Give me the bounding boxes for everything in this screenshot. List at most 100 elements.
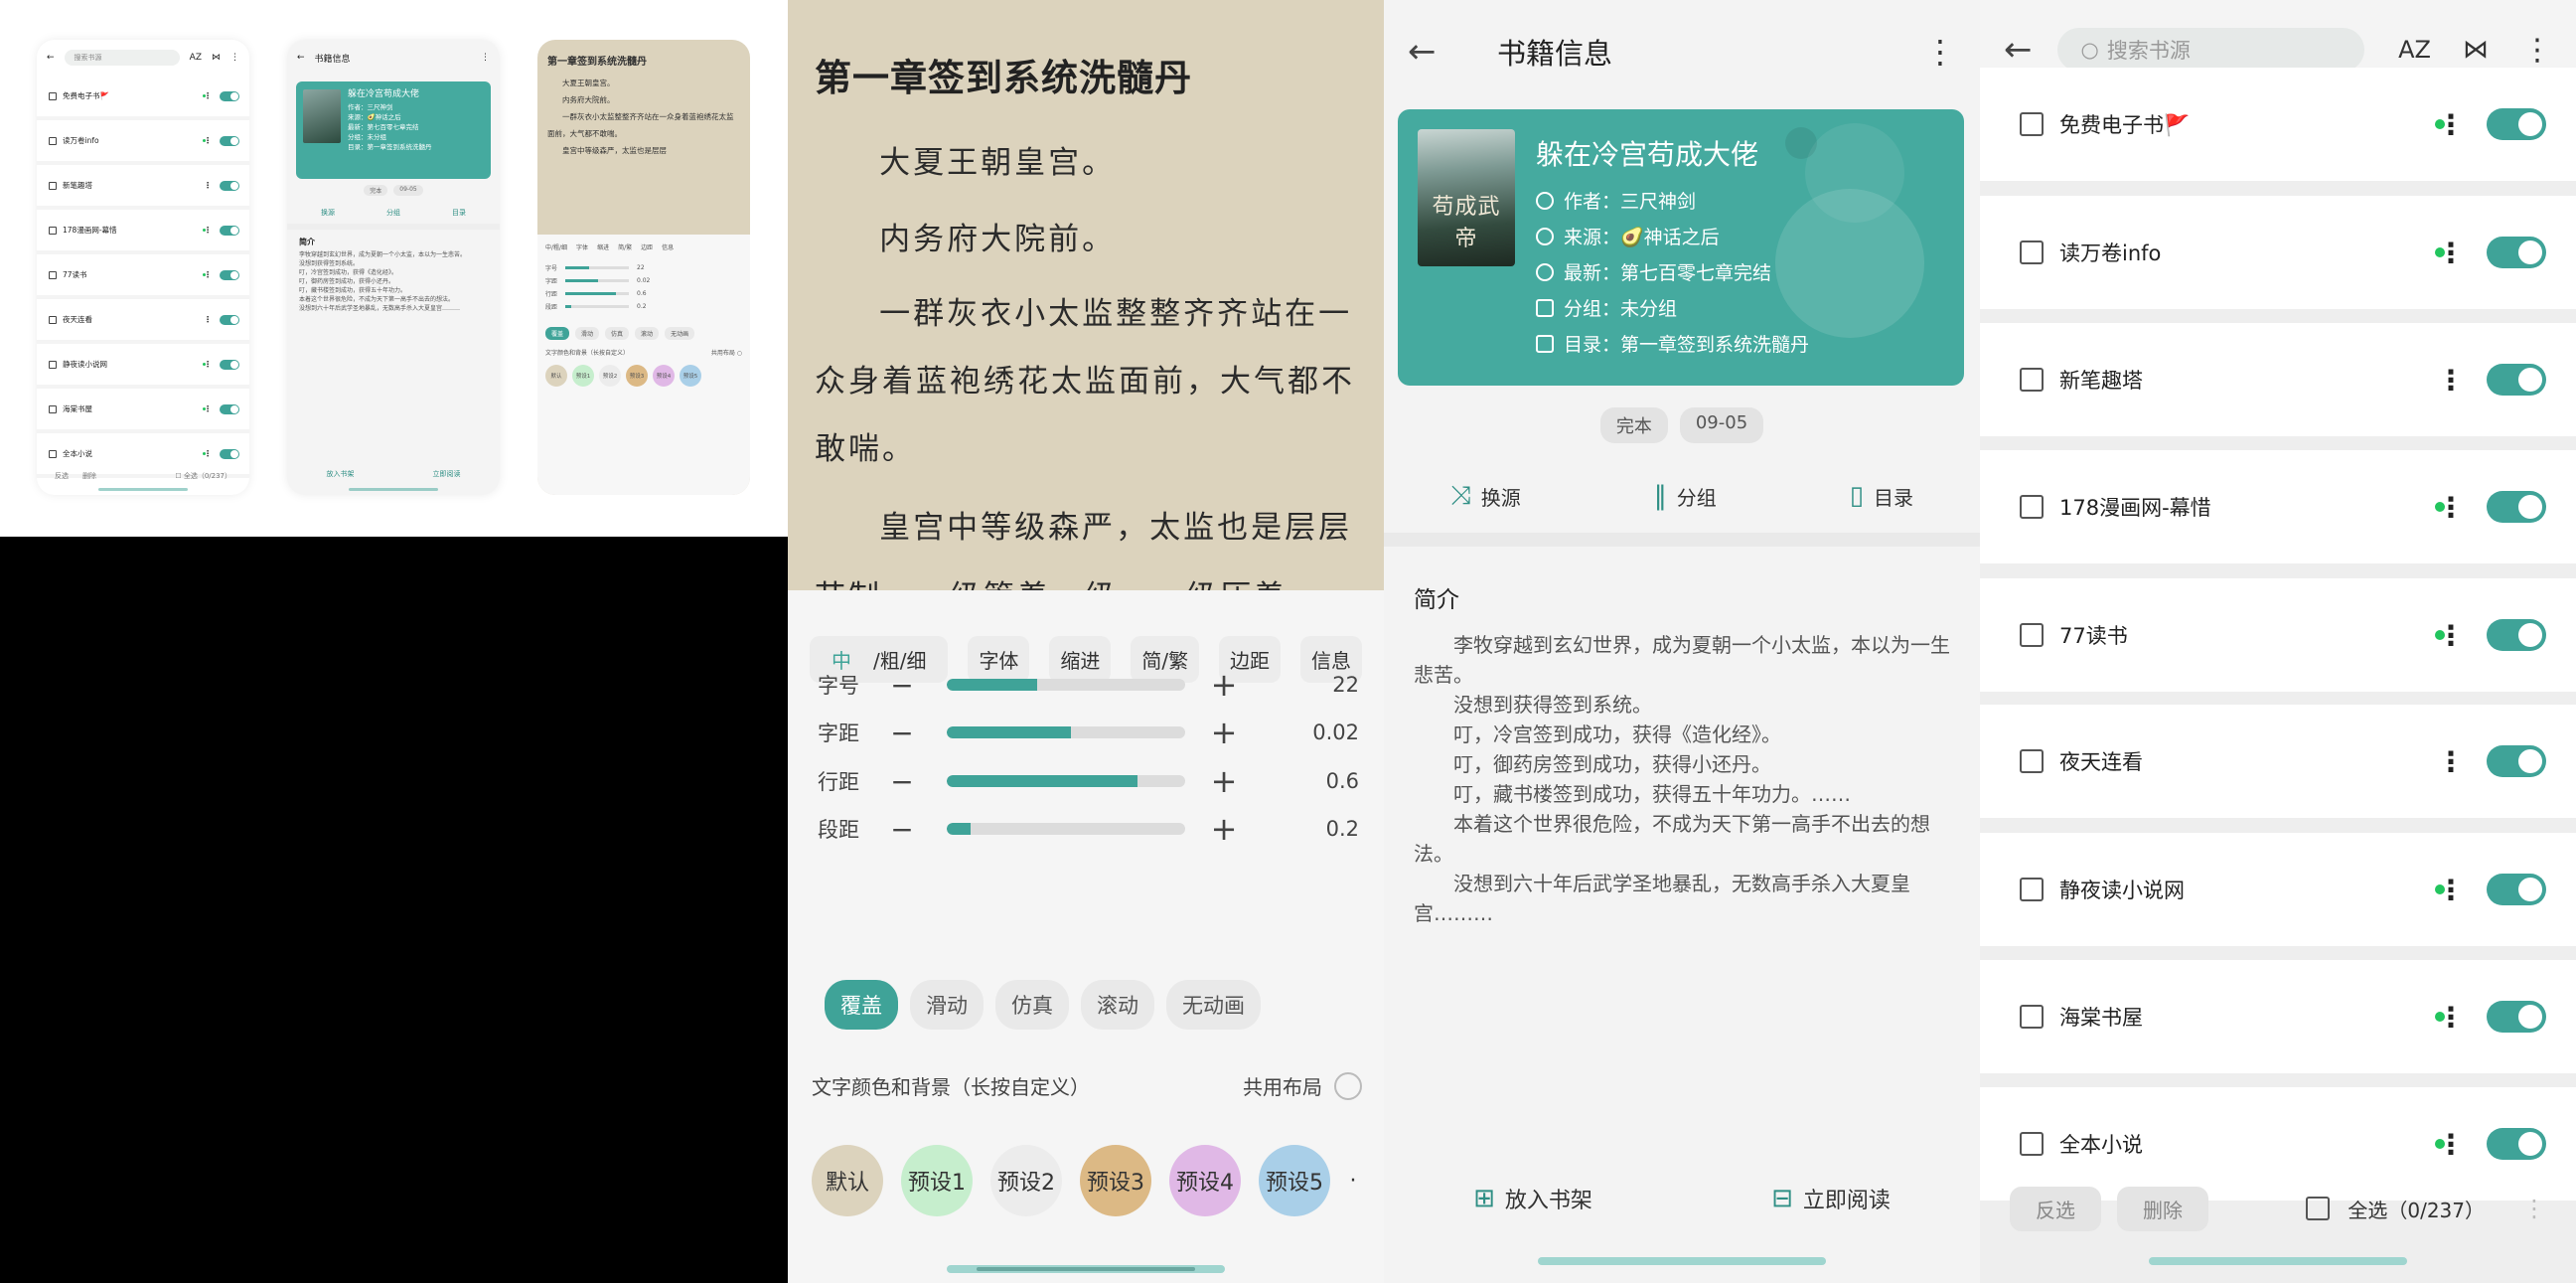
back-icon[interactable]: ← — [2004, 30, 2057, 70]
sort-az-icon[interactable]: AZ — [2398, 36, 2431, 64]
read-now-button[interactable]: ⊟ 立即阅读 — [1771, 1183, 1891, 1214]
group-button[interactable]: ‖ 分组 — [1654, 481, 1717, 511]
delete-button[interactable]: 删除 — [2117, 1186, 2208, 1231]
row-menu-icon[interactable]: ⋮ — [2437, 874, 2465, 906]
intro-title: 简介 — [1414, 587, 1459, 613]
select-all-checkbox[interactable] — [2306, 1197, 2331, 1220]
slider-label: 行距 — [818, 770, 859, 794]
invert-selection-button[interactable]: 反选 — [2010, 1186, 2101, 1231]
more-actions-icon[interactable]: ⋮ — [2522, 1195, 2546, 1222]
page-mode-option[interactable]: 滚动 — [1081, 980, 1154, 1030]
book-cover[interactable]: 苟成武帝 — [1418, 129, 1515, 266]
enable-toggle[interactable] — [2487, 1001, 2546, 1033]
more-icon[interactable]: ⋮ — [1924, 33, 1956, 71]
page-mode-option[interactable]: 滑动 — [910, 980, 984, 1030]
group-line[interactable]: 分组：未分组 — [1536, 294, 1677, 321]
thumbnail-reader[interactable]: 第一章签到系统洗髓丹 大夏王朝皇宫。 内务府大院前。 一群灰衣小太监整整齐齐站在… — [537, 40, 750, 495]
enable-toggle[interactable] — [2487, 491, 2546, 523]
enable-toggle[interactable] — [2487, 108, 2546, 140]
row-menu-icon[interactable]: ⋮ — [2437, 108, 2465, 141]
back-icon[interactable]: ← — [1408, 32, 1467, 72]
color-preset[interactable]: 预设1 — [901, 1145, 973, 1216]
row-checkbox[interactable] — [2020, 112, 2044, 136]
source-name: 海棠书屋 — [2059, 1006, 2143, 1030]
slider-track[interactable] — [947, 823, 1185, 835]
source-row[interactable]: 海棠书屋 ⋮ — [1980, 960, 2576, 1073]
intro-line: 没想到六十年后武学圣地暴乱，无数高手杀入大夏皇宫……… — [1414, 872, 1910, 925]
group-icon[interactable]: ⋈ — [2463, 35, 2489, 65]
row-menu-icon[interactable]: ⋮ — [2437, 491, 2465, 524]
row-checkbox[interactable] — [2020, 241, 2044, 264]
row-checkbox[interactable] — [2020, 368, 2044, 392]
row-checkbox[interactable] — [2020, 749, 2044, 773]
book-open-icon: ▯ — [1849, 481, 1864, 511]
more-icon[interactable]: ⋮ — [2522, 33, 2552, 68]
enable-toggle[interactable] — [2487, 364, 2546, 396]
thumbnail-book-info[interactable]: ← 书籍信息 ⋮ 躲在冷宫苟成大佬 作者：三尺神剑 来源：🥑神话之后 最新：第七百零七章… — [287, 40, 500, 495]
add-to-shelf-button[interactable]: ⊞ 放入书架 — [1473, 1183, 1592, 1214]
source-row[interactable]: 夜天连看 ⋮ — [1980, 705, 2576, 818]
row-menu-icon[interactable]: ⋮ — [2437, 1128, 2465, 1161]
minus-button[interactable]: − — [887, 669, 917, 702]
enable-toggle[interactable] — [2487, 237, 2546, 268]
source-row[interactable]: 新笔趣塔 ⋮ — [1980, 323, 2576, 436]
row-checkbox[interactable] — [2020, 623, 2044, 647]
source-row[interactable]: 77读书 ⋮ — [1980, 578, 2576, 692]
color-preset[interactable]: 预设4 — [1169, 1145, 1241, 1216]
page-mode-option[interactable]: 仿真 — [995, 980, 1069, 1030]
thumbnail-strip: ← 搜索书源 AZ ⋈ ⋮ 免费电子书🚩 ⋮ 读万卷info ⋮ 新笔趣塔 ⋮ 178漫画网-幕惜 ⋮… — [0, 0, 788, 537]
row-menu-icon[interactable]: ⋮ — [2437, 1001, 2465, 1034]
shelf-add-icon: ⊞ — [1473, 1184, 1495, 1213]
slider-track[interactable] — [947, 726, 1185, 738]
color-preset[interactable]: 默认 — [812, 1145, 883, 1216]
share-layout-radio[interactable] — [1334, 1071, 1362, 1100]
source-row[interactable]: 静夜读小说网 ⋮ — [1980, 833, 2576, 946]
plus-button[interactable]: + — [1209, 810, 1239, 848]
select-all[interactable]: 全选（0/237） — [2306, 1195, 2485, 1223]
mini-source-row: 新笔趣塔 ⋮ — [37, 165, 249, 210]
row-checkbox[interactable] — [2020, 1132, 2044, 1156]
row-menu-icon[interactable]: ⋮ — [2437, 745, 2465, 778]
toc-line[interactable]: 目录：第一章签到系统洗髓丹 — [1536, 330, 1809, 357]
source-row[interactable]: 免费电子书🚩 ⋮ — [1980, 68, 2576, 181]
compass-icon — [1536, 262, 1554, 281]
mini-search: 搜索书源 — [64, 50, 180, 66]
toc-button[interactable]: ▯ 目录 — [1850, 481, 1913, 511]
mini-source-row: 77读书 ⋮ — [37, 254, 249, 299]
slider-track[interactable] — [947, 775, 1185, 787]
enable-toggle[interactable] — [2487, 1128, 2546, 1160]
plus-button[interactable]: + — [1209, 762, 1239, 800]
thumbnail-source-list[interactable]: ← 搜索书源 AZ ⋈ ⋮ 免费电子书🚩 ⋮ 读万卷info ⋮ 新笔趣塔 ⋮ 178漫画网-幕惜 ⋮… — [37, 40, 249, 495]
slider-label: 字距 — [818, 722, 859, 745]
row-checkbox[interactable] — [2020, 495, 2044, 519]
color-preset[interactable]: 预设5 — [1259, 1145, 1330, 1216]
enable-toggle[interactable] — [2487, 745, 2546, 777]
source-line[interactable]: 来源：🥑神话之后 — [1536, 223, 1720, 249]
row-checkbox[interactable] — [2020, 878, 2044, 901]
source-row[interactable]: 178漫画网-幕惜 ⋮ — [1980, 450, 2576, 563]
search-input[interactable]: ○ 搜索书源 — [2056, 28, 2365, 72]
menu-icon: ⋮ — [230, 53, 239, 63]
enable-toggle[interactable] — [2487, 619, 2546, 651]
row-checkbox[interactable] — [2020, 1005, 2044, 1029]
minus-button[interactable]: − — [887, 717, 917, 749]
chapter-title: 第一章签到系统洗髓丹 — [815, 56, 1192, 99]
enable-toggle[interactable] — [2487, 874, 2546, 905]
share-layout[interactable]: 共用布局 — [1243, 1071, 1362, 1100]
page-mode-option[interactable]: 无动画 — [1166, 980, 1261, 1030]
color-preset[interactable]: 预设3 — [1080, 1145, 1151, 1216]
row-menu-icon[interactable]: ⋮ — [2437, 619, 2465, 652]
minus-button[interactable]: − — [887, 765, 917, 798]
page-mode-option[interactable]: 覆盖 — [825, 980, 898, 1030]
row-menu-icon[interactable]: ⋮ — [2437, 364, 2465, 397]
slider-track[interactable] — [947, 679, 1185, 691]
change-source-button[interactable]: ⤨ 换源 — [1450, 481, 1521, 512]
plus-button[interactable]: + — [1209, 714, 1239, 751]
source-row[interactable]: 读万卷info ⋮ — [1980, 196, 2576, 309]
plus-button[interactable]: + — [1209, 666, 1239, 704]
source-name: 全本小说 — [2059, 1133, 2143, 1157]
page-mode-group: 覆盖 滑动 仿真 滚动 无动画 — [825, 980, 1261, 1030]
row-menu-icon[interactable]: ⋮ — [2437, 237, 2465, 269]
color-preset[interactable]: 预设2 — [990, 1145, 1062, 1216]
minus-button[interactable]: − — [887, 813, 917, 846]
